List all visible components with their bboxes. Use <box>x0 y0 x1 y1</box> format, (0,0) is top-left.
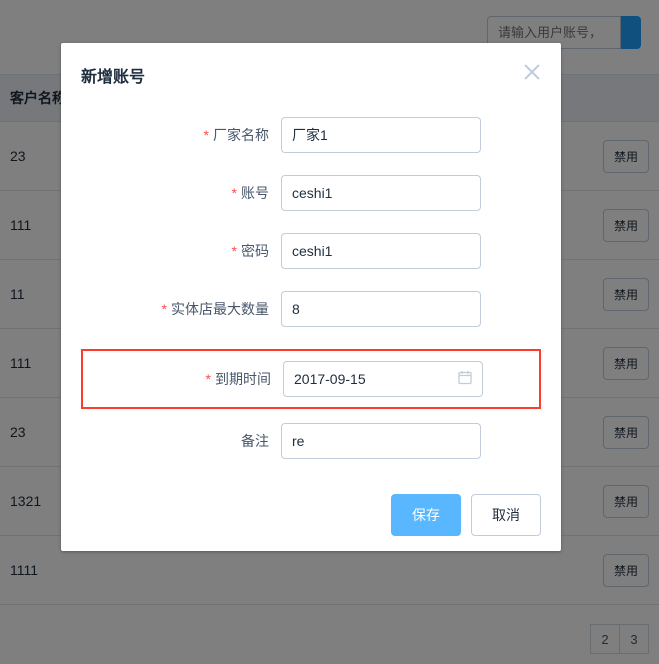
remark-input[interactable] <box>281 423 481 459</box>
form-row-expiry-highlighted: *到期时间 <box>81 349 541 409</box>
modal-footer: 保存 取消 <box>81 494 541 536</box>
modal-title: 新增账号 <box>81 63 145 87</box>
expiry-input[interactable] <box>283 361 483 397</box>
password-input[interactable] <box>281 233 481 269</box>
expiry-input-wrap <box>283 361 483 397</box>
label-password: *密码 <box>121 241 281 261</box>
account-input[interactable] <box>281 175 481 211</box>
cancel-button[interactable]: 取消 <box>471 494 541 536</box>
add-account-modal: 新增账号 *厂家名称 *账号 *密码 *实体店最大数量 *到期时间 <box>61 43 561 551</box>
label-expiry: *到期时间 <box>123 369 283 389</box>
save-button[interactable]: 保存 <box>391 494 461 536</box>
label-max-stores: *实体店最大数量 <box>121 299 281 319</box>
label-factory: *厂家名称 <box>121 125 281 145</box>
label-account: *账号 <box>121 183 281 203</box>
factory-input[interactable] <box>281 117 481 153</box>
close-icon[interactable] <box>523 63 541 85</box>
form-row-factory: *厂家名称 <box>81 117 541 153</box>
label-remark: 备注 <box>121 431 281 451</box>
form-row-password: *密码 <box>81 233 541 269</box>
form-row-remark: 备注 <box>81 423 541 459</box>
form-row-account: *账号 <box>81 175 541 211</box>
max-stores-input[interactable] <box>281 291 481 327</box>
modal-header: 新增账号 <box>81 63 541 87</box>
form-row-max-stores: *实体店最大数量 <box>81 291 541 327</box>
